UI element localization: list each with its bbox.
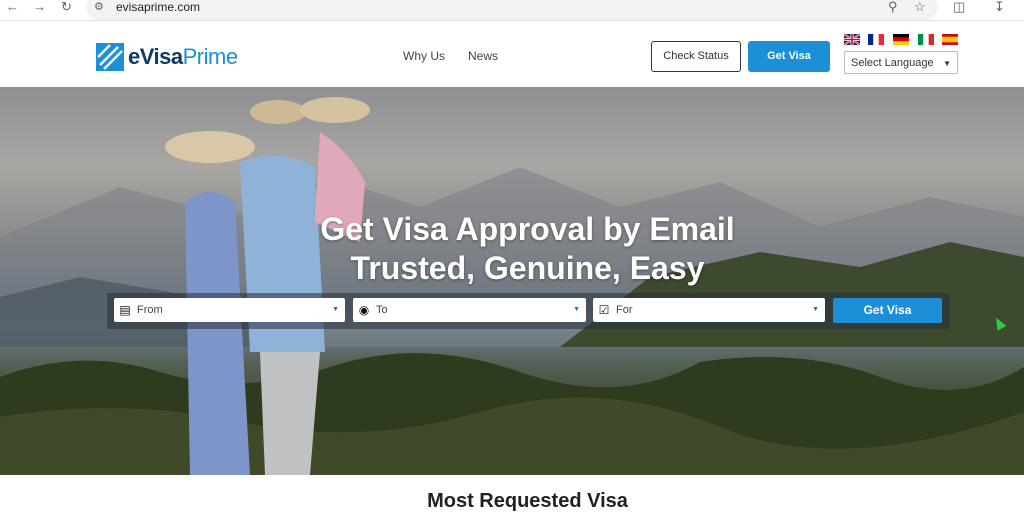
to-label: To [376,304,388,316]
spain-flag-icon[interactable] [942,34,958,45]
back-arrow-icon[interactable]: ← [6,0,19,16]
bookmark-star-icon[interactable]: ☆ [914,0,926,16]
location-pin-icon: ◉ [358,303,370,317]
nav-why-us[interactable]: Why Us [403,49,445,63]
forward-arrow-icon[interactable]: → [33,0,46,16]
chevron-down-icon: ▼ [573,306,580,313]
chevron-down-icon: ▼ [812,306,819,313]
checklist-icon: ☑ [598,303,610,317]
search-get-visa-button[interactable]: Get Visa [833,298,942,323]
hero-title-line2: Trusted, Genuine, Easy [350,250,705,286]
visa-search-bar: ▤ From ▼ ◉ To ▼ ☑ For ▼ Get Visa [107,293,950,329]
logo-mark-icon [96,43,124,71]
language-select-label: Select Language [851,57,934,69]
site-info-icon[interactable]: ⚙ [94,0,104,16]
for-label: For [616,304,633,316]
zoom-icon[interactable]: ⚲ [888,0,898,16]
from-select[interactable]: ▤ From ▼ [114,298,345,322]
logo[interactable]: eVisaPrime [96,42,238,72]
hero-title-line1: Get Visa Approval by Email [320,211,735,247]
germany-flag-icon[interactable] [893,34,909,45]
for-select[interactable]: ☑ For ▼ [593,298,825,322]
extensions-icon[interactable]: ◫ [953,0,965,16]
passport-icon: ▤ [119,303,131,317]
france-flag-icon[interactable] [868,34,884,45]
italy-flag-icon[interactable] [918,34,934,45]
from-label: From [137,304,163,316]
reload-icon[interactable]: ↻ [61,0,72,16]
address-bar[interactable] [86,0,938,20]
get-visa-button[interactable]: Get Visa [748,41,830,72]
language-select[interactable]: Select Language ▼ [844,51,958,74]
chevron-down-icon: ▼ [332,306,339,313]
hero-banner: Get Visa Approval by Email Trusted, Genu… [0,87,1024,475]
download-icon[interactable]: ↧ [994,0,1005,16]
most-requested-visa-heading: Most Requested Visa [427,490,628,512]
chevron-down-icon: ▼ [943,59,951,68]
logo-text: eVisaPrime [128,44,238,69]
uk-flag-icon[interactable] [844,34,860,45]
url-text: evisaprime.com [116,0,201,14]
nav-news[interactable]: News [468,49,498,63]
to-select[interactable]: ◉ To ▼ [353,298,586,322]
check-status-button[interactable]: Check Status [651,41,741,72]
site-header: eVisaPrime Why Us News Check Status Get … [0,21,1024,87]
browser-toolbar: ← → ↻ ⚙ evisaprime.com ⚲ ☆ ◫ ↧ [0,0,1024,21]
